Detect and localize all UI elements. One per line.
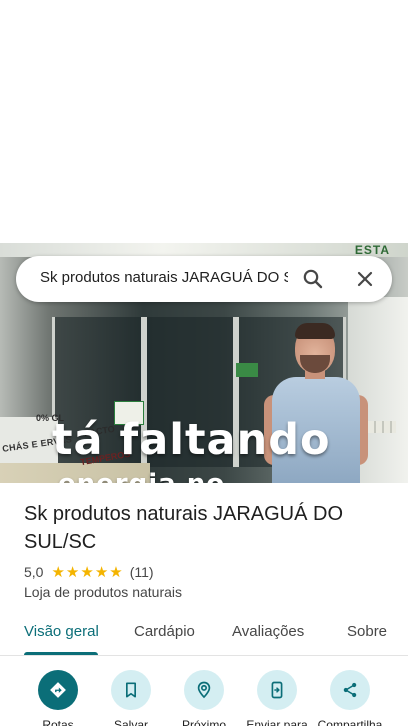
directions-button[interactable]: Rotas <box>22 670 94 726</box>
share-label: Compartilha <box>317 718 383 726</box>
green-sticker <box>236 363 258 377</box>
nearby-icon[interactable] <box>184 670 224 710</box>
tab-about[interactable]: Sobre <box>347 623 387 640</box>
tab-overview[interactable]: Visão geral <box>24 623 99 640</box>
active-tab-indicator <box>24 652 98 655</box>
star-icon: ★ <box>51 563 65 581</box>
photo-overlay-caption: tá faltando <box>52 415 331 465</box>
tab-menu[interactable]: Cardápio <box>134 623 195 640</box>
share-icon[interactable] <box>330 670 370 710</box>
place-category[interactable]: Loja de produtos naturais <box>24 584 182 600</box>
action-bar: Rotas Salvar Próximo Enviar para Compart… <box>0 670 408 726</box>
photo-overlay-subcaption: energia no <box>58 469 225 483</box>
star-icon: ★ <box>80 563 94 581</box>
star-icon: ★ <box>94 563 109 581</box>
star-icon: ★ <box>65 563 80 581</box>
share-button[interactable]: Compartilha <box>314 670 386 726</box>
review-count: (11) <box>129 564 154 580</box>
search-bar[interactable]: Sk produtos naturais JARAGUÁ DO SUL/SC <box>16 256 392 302</box>
rating-value: 5,0 <box>24 564 44 580</box>
store-sign: ESTA <box>0 243 408 257</box>
tab-reviews[interactable]: Avaliações <box>232 623 304 640</box>
search-input[interactable]: Sk produtos naturais JARAGUÁ DO SUL/SC <box>40 269 288 291</box>
bookmark-icon[interactable] <box>111 670 151 710</box>
star-icon: ★ <box>109 563 123 581</box>
send-to-phone-button[interactable]: Enviar para <box>241 670 313 726</box>
close-icon[interactable] <box>353 267 377 291</box>
directions-label: Rotas <box>42 718 74 726</box>
send-to-phone-label: Enviar para <box>246 718 308 726</box>
search-icon[interactable] <box>301 267 325 291</box>
tab-bar: Visão geral Cardápio Avaliações Sobre <box>0 620 408 656</box>
directions-icon[interactable] <box>38 670 78 710</box>
store-sign-text: ESTA <box>354 243 390 257</box>
save-button[interactable]: Salvar <box>95 670 167 726</box>
place-title: Sk produtos naturais JARAGUÁ DO SUL/SC <box>24 503 344 553</box>
nearby-label: Próximo <box>181 718 226 726</box>
rating-stars: ★ ★ ★ ★ ★ <box>51 565 123 580</box>
send-to-phone-icon[interactable] <box>257 670 297 710</box>
nearby-button[interactable]: Próximo <box>168 670 240 726</box>
save-label: Salvar <box>113 718 148 726</box>
rating-row[interactable]: 5,0 ★ ★ ★ ★ ★ (11) <box>24 563 154 581</box>
